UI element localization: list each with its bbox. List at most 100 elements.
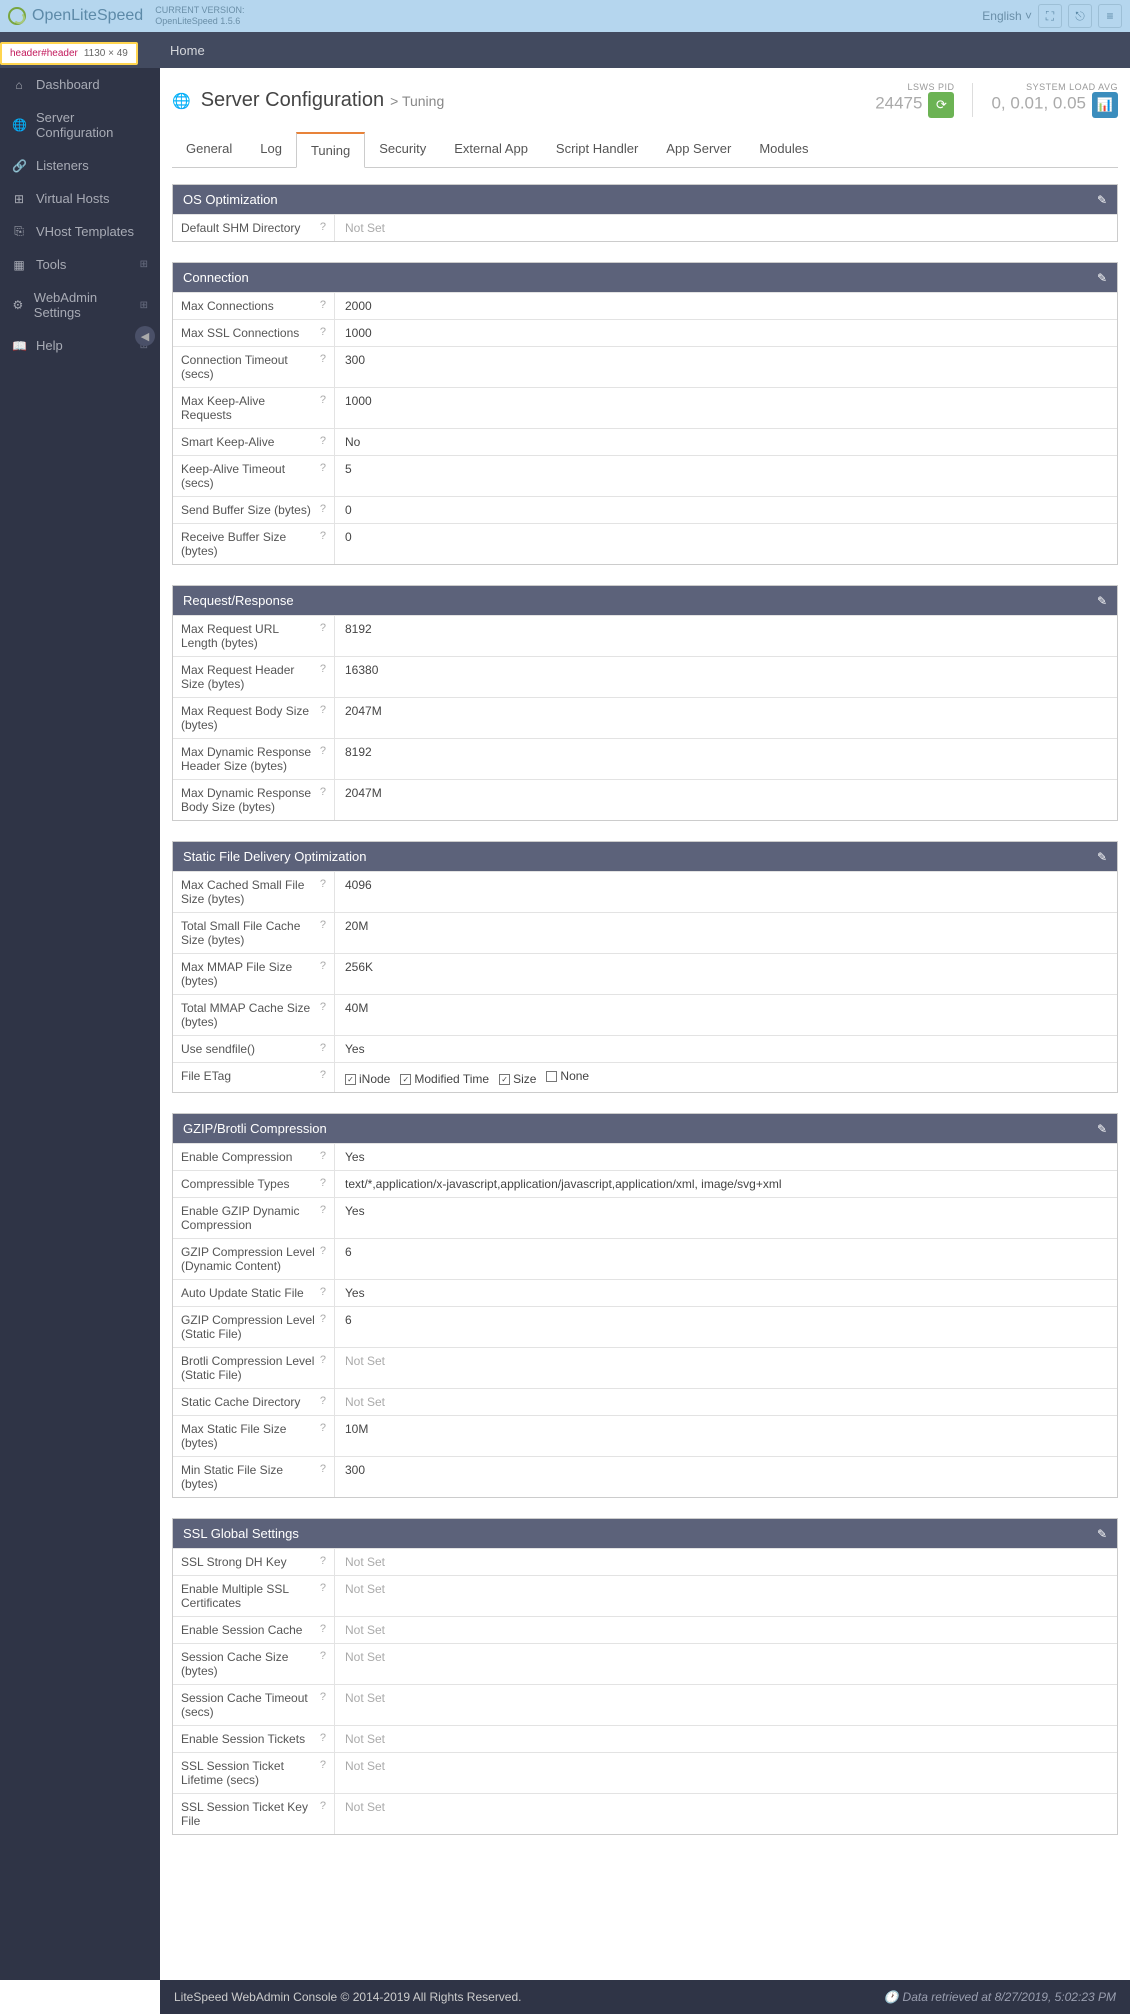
help-icon[interactable]: ? [320,919,326,931]
page-title: Server Configuration [201,89,384,112]
help-icon[interactable]: ? [320,394,326,406]
tab-general[interactable]: General [172,132,246,167]
config-row: Max Dynamic Response Body Size (bytes)?2… [173,779,1117,820]
breadcrumb-bar: Home [0,32,1130,68]
help-icon[interactable]: ? [320,960,326,972]
nav-icon: ⎘ [12,224,26,239]
help-icon[interactable]: ? [320,1204,326,1216]
help-icon[interactable]: ? [320,786,326,798]
sidebar-item-vhost-templates[interactable]: ⎘VHost Templates [0,215,160,248]
help-icon[interactable]: ? [320,1650,326,1662]
logout-icon[interactable]: ⎋ [1068,4,1092,28]
help-icon[interactable]: ? [320,1286,326,1298]
sidebar-collapse-button[interactable]: ◀ [135,326,155,346]
help-icon[interactable]: ? [320,1150,326,1162]
help-icon[interactable]: ? [320,1313,326,1325]
help-icon[interactable]: ? [320,1623,326,1635]
row-value: Yes [334,1036,1117,1062]
breadcrumb[interactable]: Home [170,43,205,58]
panel-static-file-delivery-optimization: Static File Delivery Optimization✎Max Ca… [172,841,1118,1093]
help-icon[interactable]: ? [320,530,326,542]
checkbox-none[interactable]: None [546,1069,589,1083]
config-row: Use sendfile()?Yes [173,1035,1117,1062]
tab-security[interactable]: Security [365,132,440,167]
tab-external-app[interactable]: External App [440,132,542,167]
edit-icon[interactable]: ✎ [1097,594,1107,608]
row-value: 16380 [334,657,1117,697]
help-icon[interactable]: ? [320,1759,326,1771]
row-value: 256K [334,954,1117,994]
row-label: Enable Session Cache [181,1623,302,1637]
sidebar-item-webadmin-settings[interactable]: ⚙WebAdmin Settings⊞ [0,281,160,329]
sidebar-item-dashboard[interactable]: ⌂Dashboard [0,68,160,101]
tab-app-server[interactable]: App Server [652,132,745,167]
row-value: 1000 [334,388,1117,428]
help-icon[interactable]: ? [320,1395,326,1407]
help-icon[interactable]: ? [320,1245,326,1257]
row-label: Max Keep-Alive Requests [181,394,316,422]
fullscreen-icon[interactable]: ⛶ [1038,4,1062,28]
checkbox-size[interactable]: ✓Size [499,1072,536,1086]
tab-tuning[interactable]: Tuning [296,132,365,168]
edit-icon[interactable]: ✎ [1097,1122,1107,1136]
help-icon[interactable]: ? [320,878,326,890]
help-icon[interactable]: ? [320,1800,326,1812]
expand-icon: ⊞ [140,259,148,270]
help-icon[interactable]: ? [320,1582,326,1594]
nav-label: Listeners [36,158,89,173]
help-icon[interactable]: ? [320,299,326,311]
tab-log[interactable]: Log [246,132,296,167]
help-icon[interactable]: ? [320,221,326,233]
help-icon[interactable]: ? [320,462,326,474]
row-value: 2047M [334,780,1117,820]
panel-gzip-brotli-compression: GZIP/Brotli Compression✎Enable Compressi… [172,1113,1118,1498]
help-icon[interactable]: ? [320,745,326,757]
nav-label: Virtual Hosts [36,191,109,206]
help-icon[interactable]: ? [320,1555,326,1567]
row-label: SSL Strong DH Key [181,1555,287,1569]
row-value: Not Set [334,1644,1117,1684]
help-icon[interactable]: ? [320,353,326,365]
realtime-stats-button[interactable]: 📊 [1092,92,1118,118]
help-icon[interactable]: ? [320,1422,326,1434]
footer: LiteSpeed WebAdmin Console © 2014-2019 A… [160,1980,1130,2014]
help-icon[interactable]: ? [320,1732,326,1744]
config-row: Min Static File Size (bytes)?300 [173,1456,1117,1497]
tab-modules[interactable]: Modules [745,132,822,167]
top-bar: OpenLiteSpeed CURRENT VERSION: OpenLiteS… [0,0,1130,32]
help-icon[interactable]: ? [320,1001,326,1013]
checkbox-inode[interactable]: ✓iNode [345,1072,390,1086]
help-icon[interactable]: ? [320,1463,326,1475]
help-icon[interactable]: ? [320,704,326,716]
help-icon[interactable]: ? [320,663,326,675]
edit-icon[interactable]: ✎ [1097,850,1107,864]
tab-script-handler[interactable]: Script Handler [542,132,652,167]
row-label: Send Buffer Size (bytes) [181,503,311,517]
help-icon[interactable]: ? [320,326,326,338]
edit-icon[interactable]: ✎ [1097,193,1107,207]
restart-button[interactable]: ⟳ [928,92,954,118]
help-icon[interactable]: ? [320,1177,326,1189]
help-icon[interactable]: ? [320,622,326,634]
help-icon[interactable]: ? [320,1069,326,1081]
sidebar-item-server-configuration[interactable]: 🌐Server Configuration [0,101,160,149]
edit-icon[interactable]: ✎ [1097,271,1107,285]
help-icon[interactable]: ? [320,435,326,447]
help-icon[interactable]: ? [320,1042,326,1054]
row-value: 8192 [334,616,1117,656]
sidebar-item-tools[interactable]: ▦Tools⊞ [0,248,160,281]
config-row: Connection Timeout (secs)?300 [173,346,1117,387]
config-row: Enable Session Tickets?Not Set [173,1725,1117,1752]
help-icon[interactable]: ? [320,1354,326,1366]
help-icon[interactable]: ? [320,503,326,515]
tab-bar: GeneralLogTuningSecurityExternal AppScri… [172,132,1118,168]
help-icon[interactable]: ? [320,1691,326,1703]
sidebar-item-virtual-hosts[interactable]: ⊞Virtual Hosts [0,182,160,215]
row-label: Brotli Compression Level (Static File) [181,1354,316,1382]
menu-icon[interactable]: ≡ [1098,4,1122,28]
edit-icon[interactable]: ✎ [1097,1527,1107,1541]
checkbox-modified-time[interactable]: ✓Modified Time [400,1072,489,1086]
language-selector[interactable]: English ˅ [982,9,1032,23]
brand-logo[interactable]: OpenLiteSpeed [8,7,143,25]
sidebar-item-listeners[interactable]: 🔗Listeners [0,149,160,182]
